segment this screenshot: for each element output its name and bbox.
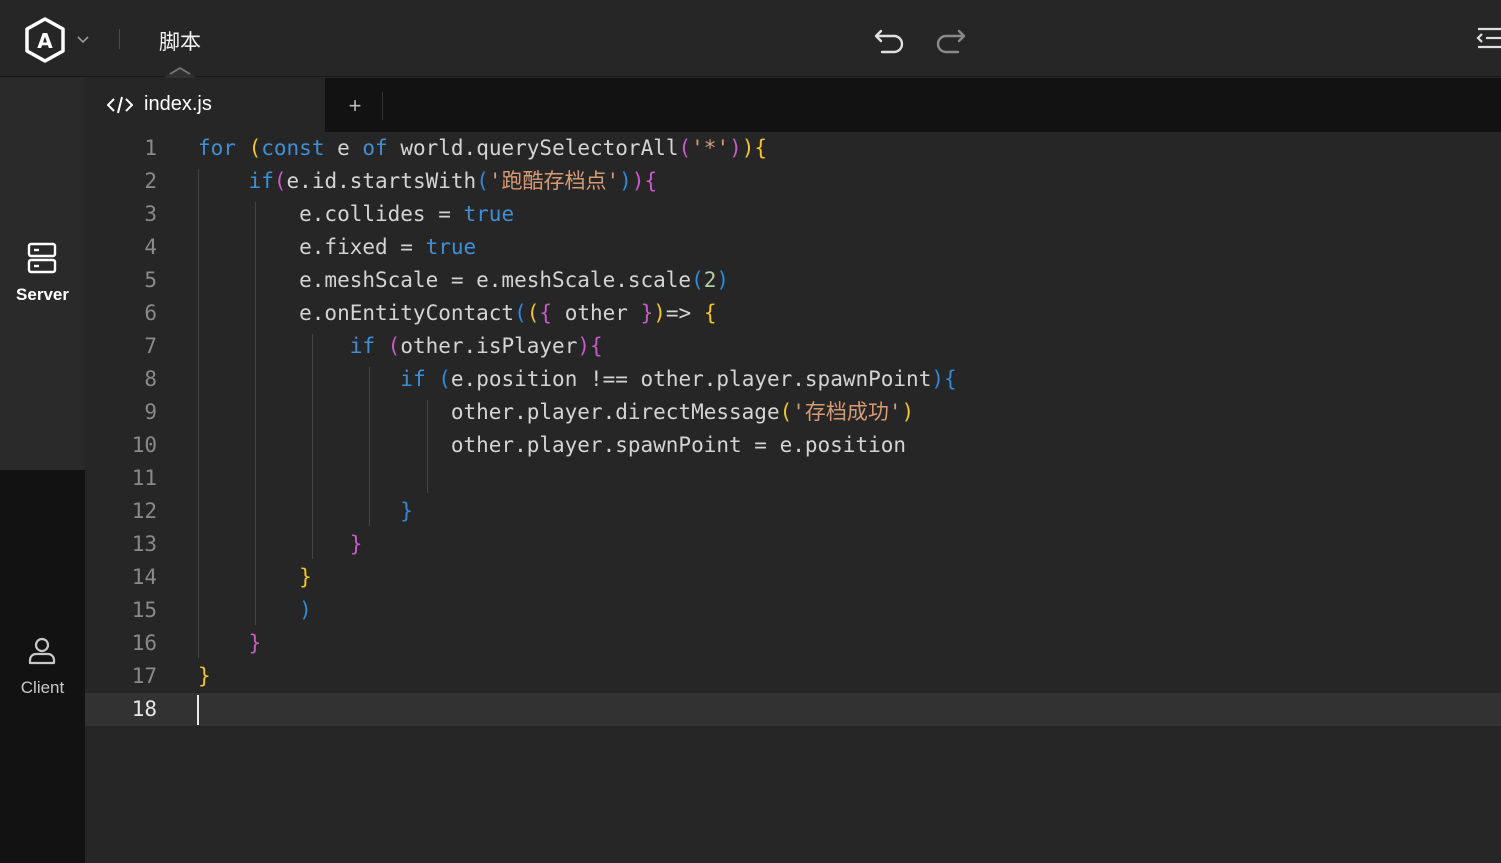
code-line[interactable]: 5 e.meshScale = e.meshScale.scale(2) <box>85 264 1501 297</box>
indent-guide <box>312 334 313 559</box>
code-line[interactable]: 1 for (const e of world.querySelectorAll(… <box>85 132 1501 165</box>
code-text: other.player.spawnPoint = e.position <box>198 433 907 457</box>
text-cursor <box>197 695 199 725</box>
redo-icon[interactable] <box>932 23 968 55</box>
code-line[interactable]: 14 } <box>85 561 1501 594</box>
line-number: 5 <box>144 268 157 292</box>
line-number: 1 <box>144 136 157 160</box>
divider <box>119 29 120 49</box>
line-number: 12 <box>131 499 157 523</box>
line-number: 14 <box>131 565 157 589</box>
code-text: other.player.directMessage('存档成功') <box>198 400 915 424</box>
code-text: e.onEntityContact(({ other })=> { <box>198 301 717 325</box>
line-number: 16 <box>131 631 157 655</box>
code-line[interactable]: 12 } <box>85 495 1501 528</box>
code-line[interactable]: 6 e.onEntityContact(({ other })=> { <box>85 297 1501 330</box>
line-number: 17 <box>131 664 157 688</box>
tab-bar: index.js + <box>85 78 1501 132</box>
sidebar: Server Client <box>0 78 85 863</box>
line-number: 15 <box>131 598 157 622</box>
undo-icon[interactable] <box>872 23 908 55</box>
top-bar: A 脚本 <box>0 0 1501 82</box>
sidebar-item-server[interactable]: Server <box>0 78 85 470</box>
code-editor[interactable]: 1 for (const e of world.querySelectorAll(… <box>85 132 1501 863</box>
code-text: e.fixed = true <box>198 235 477 259</box>
code-text: } <box>400 499 413 523</box>
line-number: 13 <box>131 532 157 556</box>
code-text: } <box>248 631 262 655</box>
code-text: e.collides = true <box>198 202 515 226</box>
indent-guide <box>369 367 370 526</box>
line-number: 18 <box>131 697 157 721</box>
page-title: 脚本 <box>159 31 201 54</box>
add-tab-button[interactable]: + <box>340 91 370 121</box>
code-line[interactable]: 10 other.player.spawnPoint = e.position <box>85 429 1501 462</box>
line-number: 3 <box>144 202 157 226</box>
code-line[interactable]: 2 if(e.id.startsWith('跑酷存档点')){ <box>85 165 1501 198</box>
logo-icon[interactable]: A <box>23 17 67 63</box>
code-text: e.meshScale = e.meshScale.scale(2) <box>198 268 730 292</box>
line-number: 11 <box>131 466 157 490</box>
code-text: if(e.id.startsWith('跑酷存档点')){ <box>248 169 658 193</box>
sidebar-item-label: Client <box>20 678 65 697</box>
code-line[interactable]: 8 if (e.position !== other.player.spawnP… <box>85 363 1501 396</box>
code-text: } <box>198 664 211 688</box>
svg-text:A: A <box>37 29 53 53</box>
tab-index-js[interactable]: index.js <box>85 78 325 132</box>
code-icon <box>106 96 134 114</box>
code-line[interactable]: 7 if (other.isPlayer){ <box>85 330 1501 363</box>
tab-label: index.js <box>144 93 212 115</box>
code-line[interactable]: 4 e.fixed = true <box>85 231 1501 264</box>
code-line[interactable]: 17} <box>85 660 1501 693</box>
code-text: } <box>349 532 363 556</box>
divider <box>382 92 383 120</box>
code-text: if (other.isPlayer){ <box>349 334 603 358</box>
line-number: 9 <box>144 400 157 424</box>
user-icon <box>27 636 57 666</box>
server-icon <box>27 242 57 274</box>
line-number: 4 <box>144 235 157 259</box>
line-number: 6 <box>144 301 157 325</box>
line-number: 7 <box>144 334 157 358</box>
code-line[interactable]: 13 } <box>85 528 1501 561</box>
line-number: 10 <box>131 433 157 457</box>
code-text: for (const e of world.querySelectorAll('… <box>198 136 768 160</box>
code-line[interactable]: 15 ) <box>85 594 1501 627</box>
indent-guide <box>198 169 199 658</box>
code-line[interactable]: 11 <box>85 462 1501 495</box>
line-number: 8 <box>144 367 157 391</box>
code-line[interactable]: 3 e.collides = true <box>85 198 1501 231</box>
indent-guide <box>427 400 428 493</box>
indent-guide <box>255 202 256 625</box>
chevron-down-icon[interactable] <box>76 32 90 46</box>
sidebar-item-label: Server <box>16 285 69 304</box>
code-line[interactable]: 16 } <box>85 627 1501 660</box>
line-number: 2 <box>144 169 157 193</box>
code-line[interactable]: 9 other.player.directMessage('存档成功') <box>85 396 1501 429</box>
panel-toggle-icon[interactable] <box>1474 24 1501 52</box>
code-line[interactable]: 18 <box>85 693 1501 726</box>
sidebar-item-client[interactable]: Client <box>0 470 85 863</box>
